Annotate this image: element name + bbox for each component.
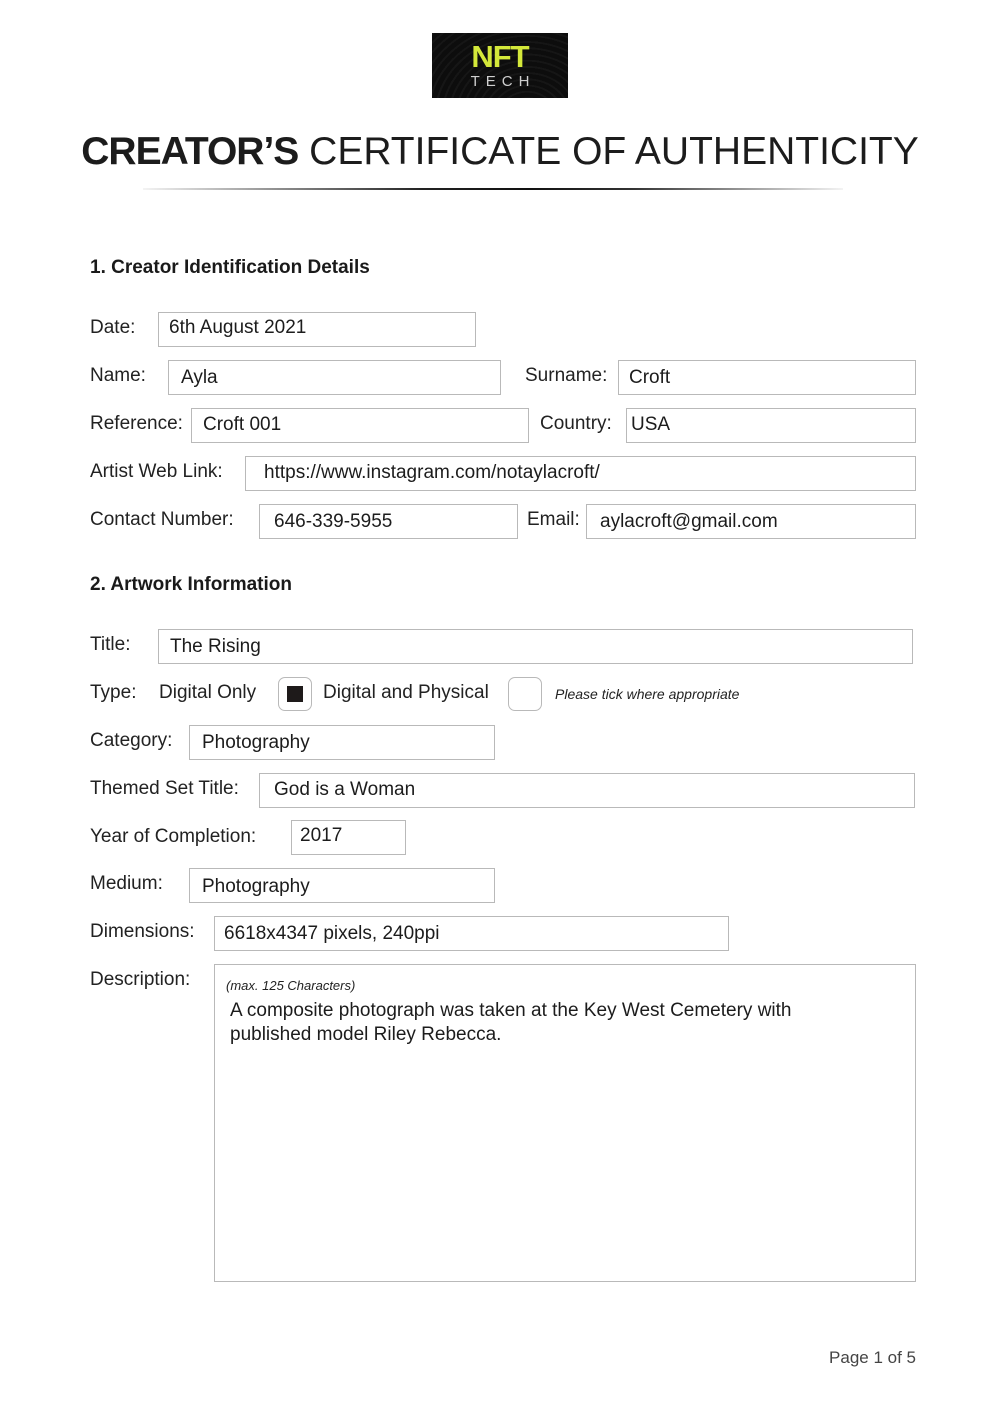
- title-label: Title:: [90, 634, 131, 655]
- name-field[interactable]: Ayla: [168, 360, 501, 395]
- checkbox-checked-mark: [287, 686, 303, 702]
- date-field[interactable]: 6th August 2021: [158, 312, 476, 347]
- surname-label: Surname:: [525, 365, 608, 386]
- description-text: A composite photograph was taken at the …: [230, 1000, 792, 1045]
- email-field[interactable]: aylacroft@gmail.com: [586, 504, 916, 539]
- description-label: Description:: [90, 969, 191, 990]
- country-field[interactable]: USA: [626, 408, 916, 443]
- title-bold: CREATOR’S: [81, 130, 299, 173]
- dimensions-label: Dimensions:: [90, 921, 195, 942]
- type-option-digital-only-label: Digital Only: [159, 682, 257, 703]
- medium-field[interactable]: Photography: [189, 868, 495, 903]
- themed-set-field[interactable]: God is a Woman: [259, 773, 915, 808]
- section-heading-artwork: 2. Artwork Information: [90, 574, 292, 595]
- logo-secondary-text: TECH: [470, 73, 536, 90]
- surname-field[interactable]: Croft: [618, 360, 916, 395]
- nft-tech-logo: NFT TECH: [432, 33, 568, 98]
- themed-set-label: Themed Set Title:: [90, 778, 239, 799]
- email-label: Email:: [527, 509, 580, 530]
- description-hint: (max. 125 Characters): [226, 978, 356, 993]
- title-field[interactable]: The Rising: [158, 629, 913, 664]
- web-link-label: Artist Web Link:: [90, 461, 223, 482]
- type-hint: Please tick where appropriate: [555, 686, 740, 702]
- title-light: CERTIFICATE OF AUTHENTICITY: [309, 130, 919, 173]
- description-field[interactable]: (max. 125 Characters) A composite photog…: [214, 964, 916, 1282]
- reference-field[interactable]: Croft 001: [191, 408, 529, 443]
- category-label: Category:: [90, 730, 173, 751]
- name-label: Name:: [90, 365, 146, 386]
- date-label: Date:: [90, 317, 136, 338]
- section-heading-creator: 1. Creator Identification Details: [90, 257, 370, 278]
- category-field[interactable]: Photography: [189, 725, 495, 760]
- logo-primary-text: NFT: [471, 39, 529, 74]
- title-divider: [143, 188, 843, 190]
- dimensions-field[interactable]: 6618x4347 pixels, 240ppi: [214, 916, 729, 951]
- digital-and-physical-checkbox[interactable]: [508, 677, 542, 711]
- year-label: Year of Completion:: [90, 826, 257, 847]
- country-label: Country:: [540, 413, 612, 434]
- contact-number-field[interactable]: 646-339-5955: [259, 504, 518, 539]
- digital-only-checkbox[interactable]: [278, 677, 312, 711]
- year-field[interactable]: 2017: [291, 820, 406, 855]
- type-option-digital-physical-label: Digital and Physical: [323, 682, 489, 703]
- web-link-field[interactable]: https://www.instagram.com/notaylacroft/: [245, 456, 916, 491]
- medium-label: Medium:: [90, 873, 163, 894]
- reference-label: Reference:: [90, 413, 183, 434]
- type-label: Type:: [90, 682, 137, 703]
- page-title: CREATOR’S CERTIFICATE OF AUTHENTICITY: [0, 128, 1000, 176]
- contact-number-label: Contact Number:: [90, 509, 234, 530]
- page-number: Page 1 of 5: [829, 1348, 916, 1367]
